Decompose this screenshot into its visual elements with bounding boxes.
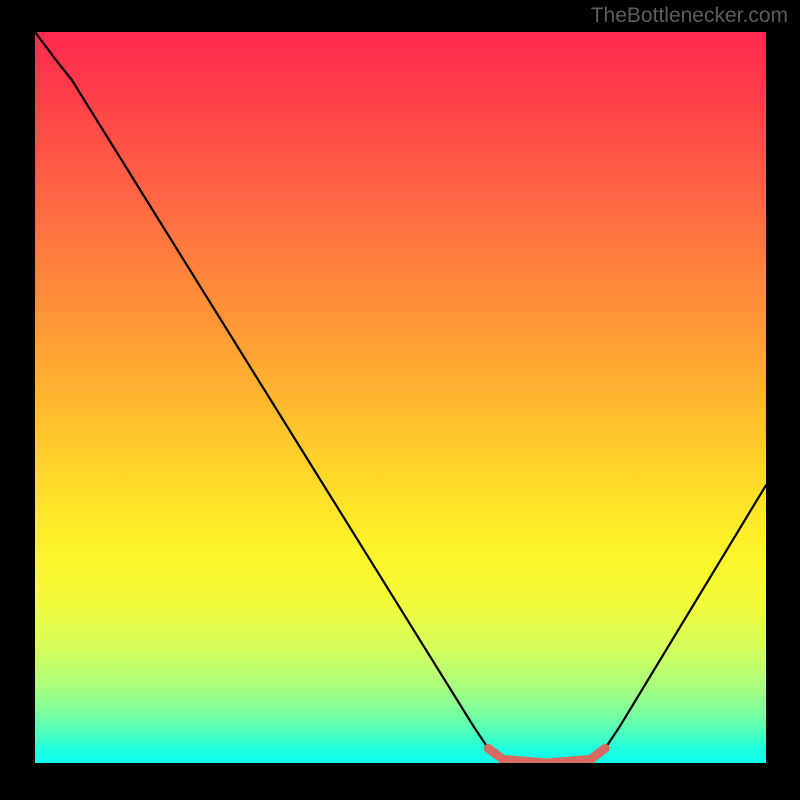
highlight-zone <box>488 748 605 763</box>
chart-plot-area <box>35 32 766 763</box>
bottleneck-curve <box>35 32 766 763</box>
chart-svg <box>35 32 766 763</box>
attribution-text: TheBottlenecker.com <box>591 4 788 28</box>
